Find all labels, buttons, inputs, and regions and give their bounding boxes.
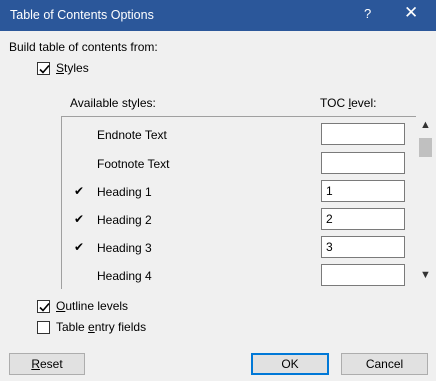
style-name: Heading 3 bbox=[97, 241, 152, 255]
build-from-label: Build table of contents from: bbox=[9, 40, 158, 54]
toc-level-header-post: evel: bbox=[351, 96, 377, 110]
check-mark-icon: ✔ bbox=[74, 240, 85, 254]
toc-level-input[interactable] bbox=[321, 264, 405, 286]
checkmark-icon bbox=[39, 302, 50, 312]
table-entry-rest: ntry fields bbox=[94, 320, 147, 334]
styles-scrollbar[interactable]: ▲ ▼ bbox=[417, 116, 434, 289]
outline-levels-rest: utline levels bbox=[65, 299, 129, 313]
style-row[interactable]: ✔ Heading 2 2 bbox=[62, 207, 417, 233]
scroll-up-icon[interactable]: ▲ bbox=[420, 119, 431, 131]
scroll-down-icon[interactable]: ▼ bbox=[420, 269, 431, 281]
ok-button[interactable]: OK bbox=[251, 353, 329, 375]
reset-button[interactable]: Reset bbox=[9, 353, 85, 375]
close-icon[interactable]: ✕ bbox=[404, 3, 418, 23]
toc-level-input[interactable] bbox=[321, 123, 405, 145]
styles-label-rest: tyles bbox=[64, 61, 89, 75]
styles-list[interactable]: Endnote Text Footnote Text ✔ Heading 1 1… bbox=[61, 116, 416, 289]
checkmark-icon bbox=[39, 64, 50, 74]
table-entry-pre: Table bbox=[56, 320, 89, 334]
toc-level-input[interactable] bbox=[321, 152, 405, 174]
available-styles-header: Available styles: bbox=[70, 96, 156, 110]
style-row[interactable]: ✔ Heading 1 1 bbox=[62, 179, 417, 205]
check-mark-icon: ✔ bbox=[74, 184, 85, 198]
toc-level-input[interactable]: 1 bbox=[321, 180, 405, 202]
toc-level-header-pre: TOC bbox=[320, 96, 349, 110]
title-bar: Table of Contents Options ? ✕ bbox=[0, 0, 436, 31]
toc-level-input[interactable]: 3 bbox=[321, 236, 405, 258]
window-title: Table of Contents Options bbox=[10, 8, 154, 22]
style-name: Heading 1 bbox=[97, 185, 152, 199]
reset-rest: eset bbox=[39, 357, 63, 371]
style-name: Endnote Text bbox=[97, 128, 167, 142]
style-name: Heading 2 bbox=[97, 213, 152, 227]
reset-mnemonic: R bbox=[31, 357, 40, 371]
table-entry-fields-label[interactable]: Table entry fields bbox=[56, 320, 146, 334]
style-name: Heading 4 bbox=[97, 269, 152, 283]
cancel-button[interactable]: Cancel bbox=[341, 353, 428, 375]
style-row[interactable]: ✔ Heading 3 3 bbox=[62, 235, 417, 261]
table-entry-fields-checkbox[interactable] bbox=[37, 321, 50, 334]
help-icon[interactable]: ? bbox=[364, 6, 371, 21]
toc-level-input[interactable]: 2 bbox=[321, 208, 405, 230]
outline-levels-checkbox[interactable] bbox=[37, 300, 50, 313]
toc-level-header: TOC level: bbox=[320, 96, 376, 110]
outline-levels-label[interactable]: Outline levels bbox=[56, 299, 128, 313]
styles-checkbox[interactable] bbox=[37, 62, 50, 75]
style-row[interactable]: Footnote Text bbox=[62, 151, 417, 177]
scroll-thumb[interactable] bbox=[419, 138, 432, 157]
style-row[interactable]: Heading 4 bbox=[62, 263, 417, 289]
style-row[interactable]: Endnote Text bbox=[62, 122, 417, 148]
style-name: Footnote Text bbox=[97, 157, 170, 171]
styles-label-mnemonic: S bbox=[56, 61, 65, 75]
outline-levels-mnemonic: O bbox=[56, 299, 66, 313]
check-mark-icon: ✔ bbox=[74, 212, 85, 226]
styles-label[interactable]: Styles bbox=[56, 61, 89, 75]
table-entry-mnemonic: e bbox=[88, 320, 95, 334]
